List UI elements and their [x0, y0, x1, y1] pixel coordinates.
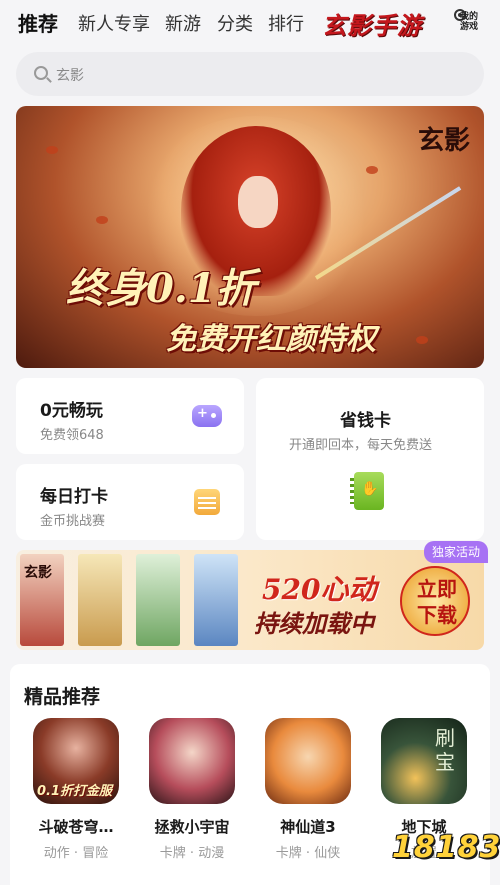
- hero-banner[interactable]: 玄影 终身0.1折 免费开红颜特权: [16, 106, 484, 368]
- check-in-card[interactable]: 每日打卡 金币挑战赛: [16, 464, 244, 540]
- game-tags: 动作 · 冒险: [43, 846, 109, 861]
- promo-subtitle: 持续加载中: [254, 609, 374, 638]
- download-now-label: 立即下载: [417, 577, 457, 627]
- gamepad-icon: [192, 405, 222, 427]
- my-games-label: 我的游戏: [460, 12, 479, 32]
- promo-poster: [194, 554, 238, 646]
- game-icon[interactable]: [265, 718, 351, 804]
- leaf-decoration: [416, 336, 428, 344]
- brand-logo[interactable]: 玄影手游: [322, 6, 422, 41]
- hero-character-face: [238, 176, 278, 228]
- top-nav: 推荐 新人专享 新游 分类 排行 玄影手游 我的游戏: [0, 0, 500, 44]
- game-icon-text: 刷宝: [435, 726, 455, 774]
- tab-ranking[interactable]: 排行: [268, 10, 304, 36]
- hero-logo: 玄影: [417, 126, 470, 156]
- free-play-card[interactable]: 0元畅玩 免费领648: [16, 378, 244, 454]
- hero-headline: 终身0.1折: [66, 265, 256, 312]
- promo-poster: [136, 554, 180, 646]
- promo-title: 520心动: [262, 573, 377, 606]
- site-watermark: 18183: [392, 830, 500, 865]
- download-now-button[interactable]: 立即下载: [400, 566, 470, 636]
- game-name: 斗破苍穹…: [38, 818, 114, 836]
- featured-title: 精品推荐: [24, 686, 101, 708]
- free-play-title: 0元畅玩: [40, 401, 103, 421]
- search-input[interactable]: 玄影: [56, 65, 84, 85]
- game-icon[interactable]: 0.1折打金服: [33, 718, 119, 804]
- search-icon: [34, 66, 48, 80]
- promo-banner[interactable]: 玄影 520心动 持续加载中 立即下载: [16, 550, 484, 650]
- save-card-subtitle: 开通即回本，每天免费送: [289, 438, 433, 453]
- promo-poster: 玄影: [20, 554, 64, 646]
- tab-newcomer[interactable]: 新人专享: [78, 10, 150, 36]
- exclusive-badge: 独家活动: [424, 541, 489, 563]
- free-play-subtitle: 免费领648: [40, 428, 104, 443]
- promo-poster: [78, 554, 122, 646]
- search-bar[interactable]: 玄影: [16, 52, 484, 96]
- leaf-decoration: [46, 146, 58, 154]
- game-icon[interactable]: [149, 718, 235, 804]
- game-icon-text: 0.1折打金服: [37, 784, 113, 799]
- calendar-icon: [194, 489, 220, 515]
- leaf-decoration: [96, 216, 108, 224]
- game-tags: 卡牌 · 仙侠: [275, 846, 341, 861]
- check-in-subtitle: 金币挑战赛: [40, 514, 106, 529]
- leaf-decoration: [366, 166, 378, 174]
- save-card[interactable]: 省钱卡 开通即回本，每天免费送: [256, 378, 484, 540]
- game-name: 神仙道3: [280, 818, 336, 836]
- check-in-title: 每日打卡: [40, 487, 108, 507]
- promo-poster-logo: 玄影: [24, 565, 52, 581]
- my-games-button[interactable]: 我的游戏: [452, 8, 486, 38]
- game-icon[interactable]: 刷宝: [381, 718, 467, 804]
- card-book-icon: [350, 472, 384, 510]
- tab-categories[interactable]: 分类: [217, 10, 253, 36]
- game-tags: 卡牌 · 动漫: [159, 846, 225, 861]
- tab-new-games[interactable]: 新游: [165, 10, 201, 36]
- hero-subline: 免费开红颜特权: [166, 322, 376, 357]
- tab-recommend[interactable]: 推荐: [18, 8, 58, 37]
- game-name: 拯救小宇宙: [154, 818, 230, 836]
- save-card-title: 省钱卡: [340, 411, 391, 431]
